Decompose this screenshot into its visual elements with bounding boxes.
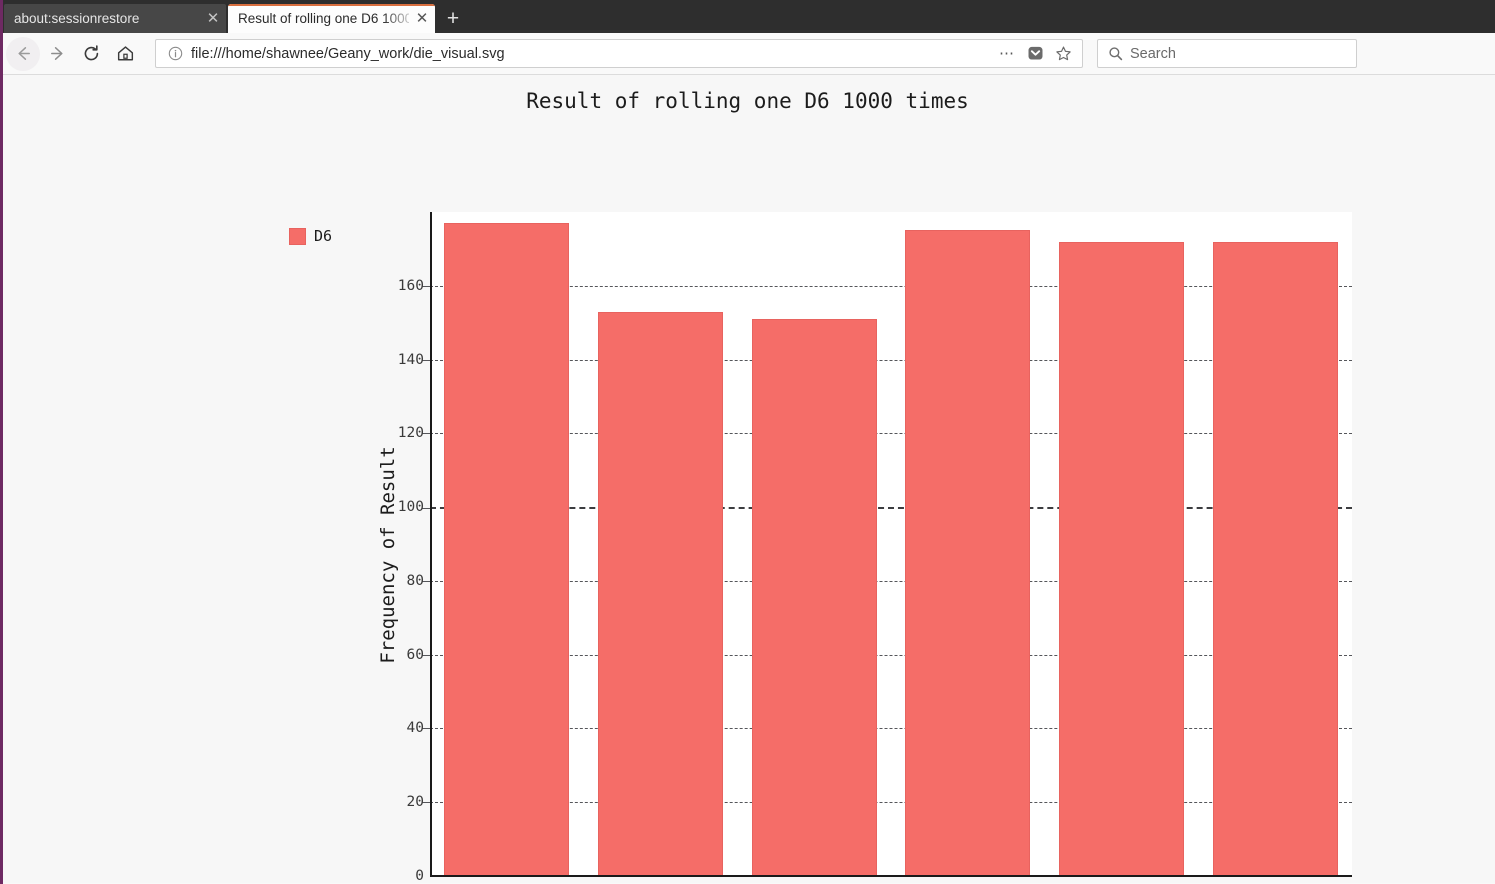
page-content: Result of rolling one D6 1000 times D6 0…	[0, 75, 1495, 883]
bar	[444, 223, 570, 876]
url-text: file:///home/shawnee/Geany_work/die_visu…	[191, 45, 505, 62]
y-axis-tick-label: 120	[397, 425, 424, 442]
bar	[597, 311, 724, 876]
y-axis-tick-label: 40	[406, 720, 424, 737]
ellipsis-icon[interactable]: ⋯	[994, 41, 1020, 66]
tab-close-icon[interactable]: ✕	[200, 6, 226, 32]
url-actions: ⋯	[994, 41, 1076, 66]
pocket-icon[interactable]	[1022, 41, 1048, 66]
tab-close-icon[interactable]: ✕	[409, 6, 435, 32]
bar	[1058, 241, 1185, 876]
new-tab-button[interactable]: +	[435, 4, 471, 33]
tab-title: Result of rolling one D6 1000 times	[238, 11, 409, 26]
url-bar[interactable]: file:///home/shawnee/Geany_work/die_visu…	[155, 39, 1083, 68]
chart-legend: D6	[289, 227, 332, 245]
y-axis-line	[430, 212, 432, 877]
back-button[interactable]	[6, 36, 40, 71]
search-input[interactable]	[1130, 45, 1348, 62]
bar	[905, 230, 1031, 876]
bar	[751, 318, 877, 876]
search-bar[interactable]	[1097, 39, 1357, 68]
search-icon	[1106, 46, 1124, 61]
navigation-toolbar: file:///home/shawnee/Geany_work/die_visu…	[0, 33, 1495, 75]
tab-bar: about:sessionrestore ✕ Result of rolling…	[0, 0, 1495, 33]
chart-title: Result of rolling one D6 1000 times	[526, 89, 969, 113]
active-tab-accent	[228, 4, 435, 6]
tab-session-restore[interactable]: about:sessionrestore ✕	[4, 4, 226, 33]
y-axis-title: Frequency of Result	[377, 446, 399, 664]
y-axis-tick-label: 140	[397, 351, 424, 368]
tab-title: about:sessionrestore	[14, 11, 140, 26]
browser-window: about:sessionrestore ✕ Result of rolling…	[0, 0, 1495, 884]
x-axis-line	[430, 875, 1352, 877]
legend-swatch-d6	[289, 227, 306, 245]
forward-button[interactable]	[40, 37, 74, 71]
tab-die-visual[interactable]: Result of rolling one D6 1000 times ✕	[228, 4, 435, 33]
y-axis-tick-label: 0	[415, 868, 424, 883]
home-button[interactable]	[108, 37, 142, 71]
reload-button[interactable]	[74, 37, 108, 71]
y-axis-tick-label: 160	[397, 277, 424, 294]
legend-label-d6: D6	[314, 227, 333, 245]
info-circle-icon[interactable]	[166, 45, 184, 63]
desktop-edge-stripe	[0, 0, 3, 884]
y-axis-tick-label: 20	[406, 794, 424, 811]
bar	[1212, 241, 1338, 876]
star-icon[interactable]	[1050, 41, 1076, 66]
